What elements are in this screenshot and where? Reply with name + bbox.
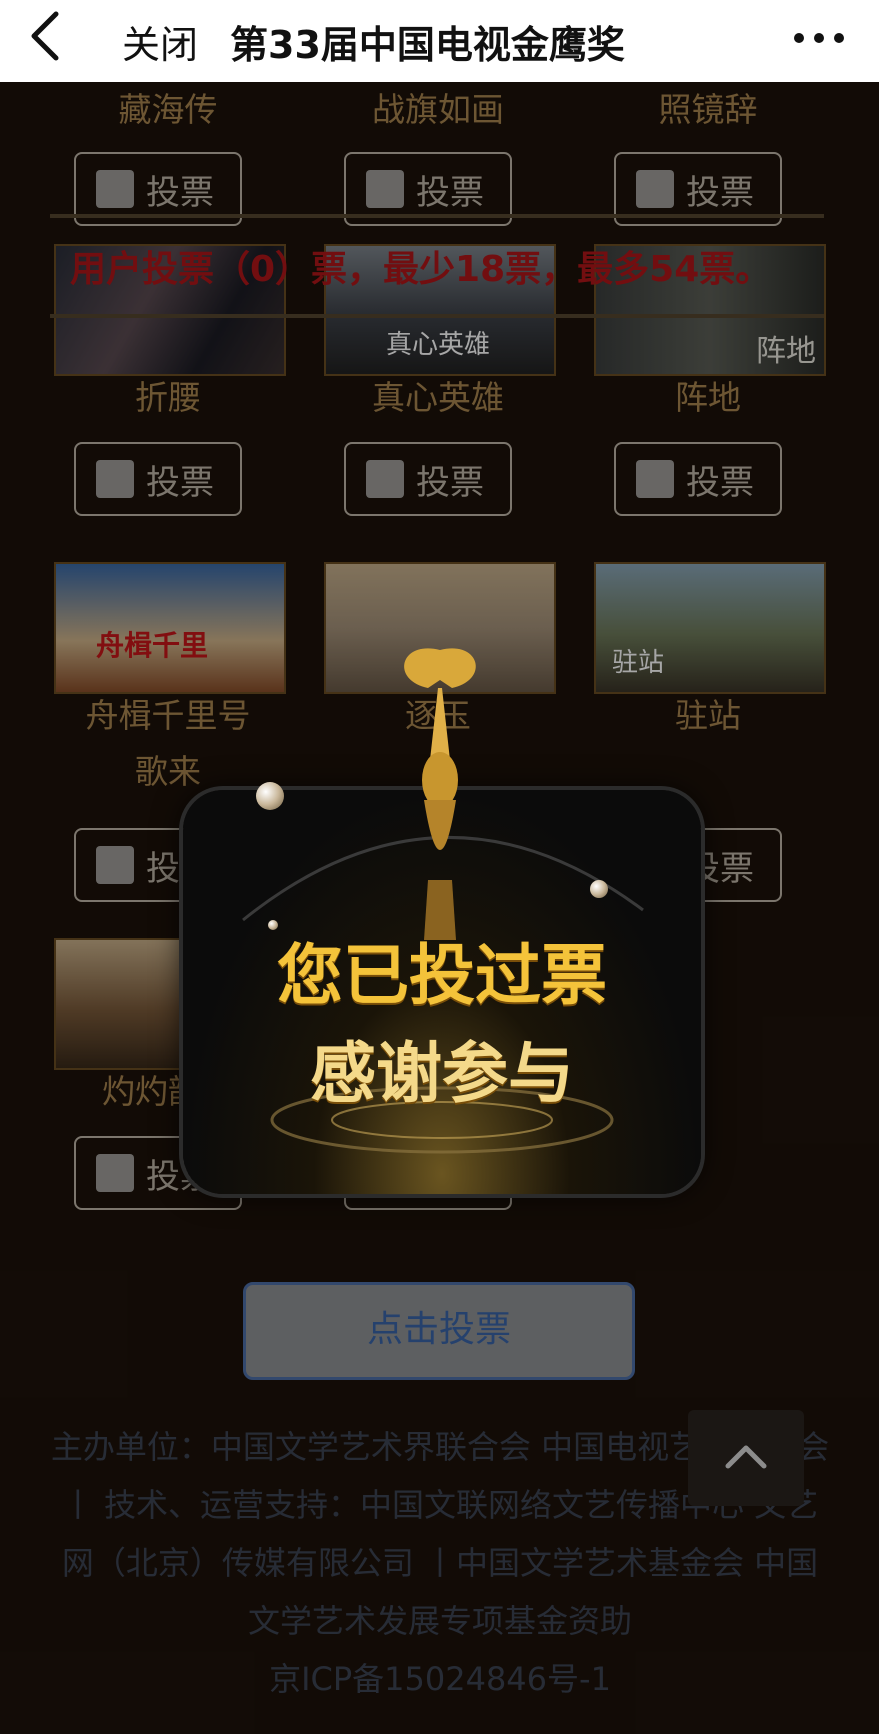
pin-decoration bbox=[268, 920, 278, 930]
modal-subtitle: 感谢参与 bbox=[310, 1035, 574, 1112]
top-bar: 关闭 第33届中国电视金鹰奖 bbox=[0, 0, 879, 82]
page-title: 第33届中国电视金鹰奖 bbox=[230, 23, 625, 67]
golden-eagle-trophy-icon bbox=[404, 648, 476, 940]
close-button[interactable]: 关闭 bbox=[122, 14, 198, 69]
more-options-icon[interactable] bbox=[789, 20, 849, 56]
back-arrow-icon[interactable] bbox=[26, 8, 66, 64]
pin-decoration bbox=[256, 782, 284, 810]
pin-decoration bbox=[590, 880, 608, 898]
